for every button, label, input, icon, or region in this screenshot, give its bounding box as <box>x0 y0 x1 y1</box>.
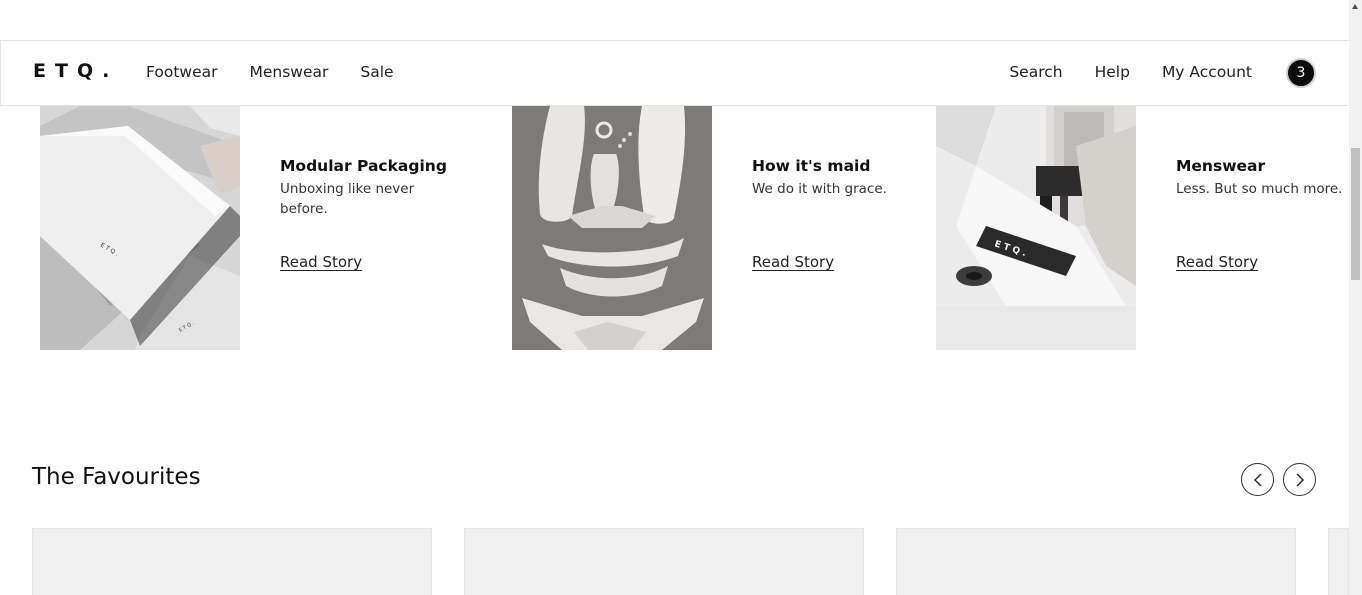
story-card-how-its-maid: How it's maid We do it with grace. <box>752 157 922 199</box>
shoe-parts-photo <box>512 106 712 350</box>
nav-search[interactable]: Search <box>1009 63 1062 81</box>
nav-my-account[interactable]: My Account <box>1162 63 1252 81</box>
story-description: Less. But so much more. <box>1176 181 1343 197</box>
story-description: Unboxing like never before. <box>280 181 415 217</box>
read-story-link-how-its-maid[interactable]: Read Story <box>752 253 834 271</box>
read-story-link-menswear[interactable]: Read Story <box>1176 253 1258 271</box>
story-image-menswear[interactable]: E T Q . <box>936 106 1136 350</box>
product-card[interactable] <box>1328 528 1349 595</box>
read-story-link-packaging[interactable]: Read Story <box>280 253 362 271</box>
logo[interactable]: ETQ. <box>33 60 118 82</box>
cart-count-badge[interactable]: 3 <box>1286 58 1316 88</box>
scroll-up-arrow-icon[interactable] <box>1352 4 1358 9</box>
carousel-prev-button[interactable] <box>1241 463 1274 496</box>
story-image-how-its-maid[interactable] <box>512 106 712 350</box>
product-card[interactable] <box>896 528 1296 595</box>
utility-nav: Search Help My Account <box>977 63 1252 81</box>
page: ETQ. Footwear Menswear Sale Search Help … <box>0 0 1362 595</box>
story-card-packaging: Modular Packaging Unboxing like never be… <box>280 157 450 219</box>
story-card-menswear: Menswear Less. But so much more. <box>1176 157 1346 199</box>
product-card[interactable] <box>464 528 864 595</box>
product-card[interactable] <box>32 528 432 595</box>
story-description: We do it with grace. <box>752 181 887 197</box>
nav-footwear[interactable]: Footwear <box>146 63 218 81</box>
story-image-packaging[interactable]: E T Q . E T Q . <box>40 106 240 350</box>
favourites-heading: The Favourites <box>32 464 201 490</box>
scrollbar-thumb[interactable] <box>1351 148 1360 280</box>
sewing-machine-photo: E T Q . <box>936 106 1136 350</box>
story-title: Menswear <box>1176 157 1266 175</box>
story-title: How it's maid <box>752 157 871 175</box>
nav-menswear[interactable]: Menswear <box>250 63 329 81</box>
nav-help[interactable]: Help <box>1095 63 1130 81</box>
packaging-photo: E T Q . E T Q . <box>40 106 240 350</box>
main-nav: Footwear Menswear Sale <box>146 63 426 81</box>
chevron-left-icon <box>1253 473 1261 486</box>
nav-sale[interactable]: Sale <box>360 63 393 81</box>
story-title: Modular Packaging <box>280 157 447 175</box>
carousel-next-button[interactable] <box>1283 463 1316 496</box>
chevron-right-icon <box>1296 473 1304 486</box>
site-header: ETQ. Footwear Menswear Sale Search Help … <box>0 40 1349 106</box>
page-scrollbar[interactable] <box>1349 0 1362 595</box>
